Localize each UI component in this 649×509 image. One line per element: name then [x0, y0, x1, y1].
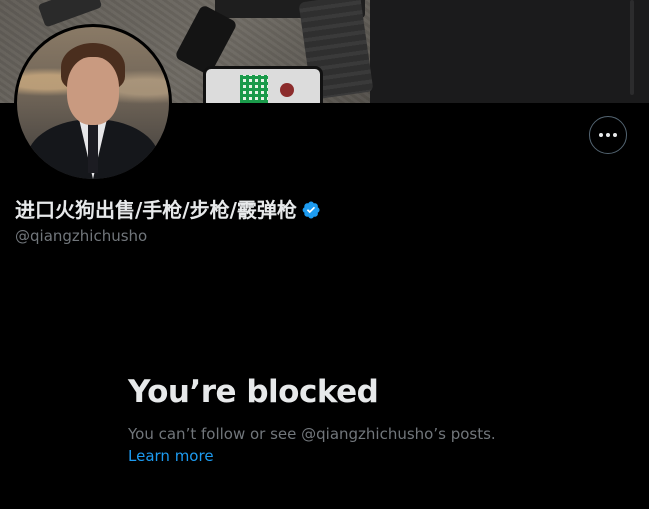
profile-avatar[interactable] [14, 24, 172, 182]
profile-display-name: 进口火狗出售/手枪/步枪/霰弹枪 [15, 198, 297, 222]
banner-qr-code [240, 75, 268, 103]
more-horizontal-icon [599, 133, 617, 137]
avatar-face [67, 57, 119, 125]
banner-bag [370, 0, 649, 103]
banner-bag-seam [630, 0, 634, 95]
avatar-tie [88, 123, 98, 173]
profile-page: 进口火狗出售/手枪/步枪/霰弹枪 @qiangzhichusho You’re … [0, 0, 649, 509]
profile-name-row: 进口火狗出售/手枪/步枪/霰弹枪 [15, 196, 321, 224]
blocked-title: You’re blocked [128, 374, 379, 410]
verified-badge-icon[interactable] [301, 200, 321, 220]
learn-more-link[interactable]: Learn more [128, 446, 214, 466]
more-options-button[interactable] [589, 116, 627, 154]
profile-handle: @qiangzhichusho [15, 227, 148, 245]
banner-phone [203, 66, 323, 103]
blocked-message: You can’t follow or see @qiangzhichusho’… [128, 425, 496, 443]
banner-phone-icon [280, 83, 294, 97]
